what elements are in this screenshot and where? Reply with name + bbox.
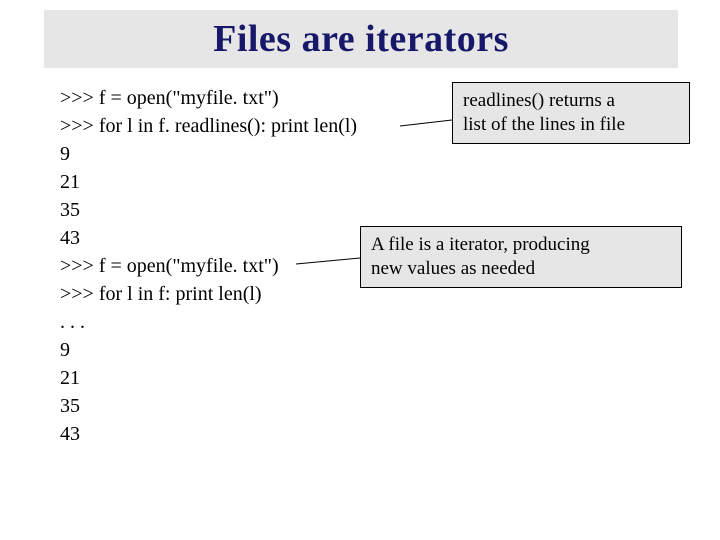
title-bar: Files are iterators: [44, 10, 678, 68]
code-line: 21: [60, 168, 357, 196]
callout-text: readlines() returns a: [463, 89, 679, 113]
code-line: 35: [60, 196, 357, 224]
code-line: 43: [60, 224, 357, 252]
code-line: >>> f = open("myfile. txt"): [60, 252, 357, 280]
slide-title: Files are iterators: [213, 17, 509, 61]
callout-iterator: A file is a iterator, producing new valu…: [360, 226, 682, 288]
callout-text: A file is a iterator, producing: [371, 233, 671, 257]
code-line: 43: [60, 420, 357, 448]
callout-readlines: readlines() returns a list of the lines …: [452, 82, 690, 144]
code-line: 21: [60, 364, 357, 392]
code-line: >>> for l in f. readlines(): print len(l…: [60, 112, 357, 140]
code-block: >>> f = open("myfile. txt") >>> for l in…: [60, 84, 357, 448]
code-line: 9: [60, 336, 357, 364]
callout-text: new values as needed: [371, 257, 671, 281]
code-line: 35: [60, 392, 357, 420]
code-line: . . .: [60, 308, 357, 336]
code-line: >>> for l in f: print len(l): [60, 280, 357, 308]
slide: Files are iterators >>> f = open("myfile…: [0, 0, 720, 540]
code-line: >>> f = open("myfile. txt"): [60, 84, 357, 112]
callout-text: list of the lines in file: [463, 113, 679, 137]
code-line: 9: [60, 140, 357, 168]
